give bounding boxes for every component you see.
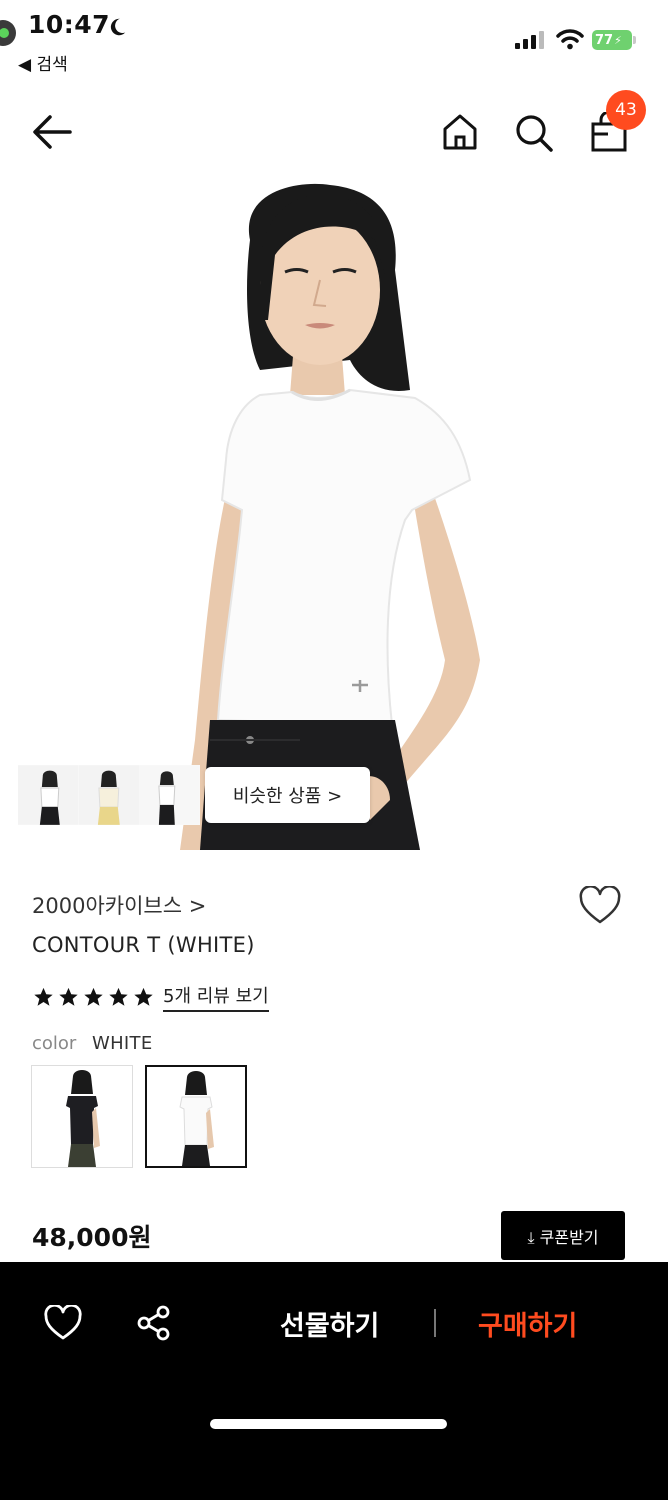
star-icon bbox=[59, 987, 78, 1006]
star-rating bbox=[32, 986, 155, 1008]
moon-icon bbox=[110, 18, 126, 36]
search-icon[interactable] bbox=[513, 112, 555, 154]
signal-icon bbox=[515, 31, 544, 49]
star-icon bbox=[84, 987, 103, 1006]
thumbnail-1[interactable] bbox=[18, 765, 79, 825]
battery-indicator: 77 ⚡ bbox=[592, 30, 636, 50]
coupon-download-button[interactable]: ⤓ 쿠폰받기 bbox=[501, 1211, 625, 1260]
color-value: WHITE bbox=[92, 1033, 153, 1054]
color-label: color bbox=[32, 1033, 77, 1054]
product-price: 48,000원 bbox=[32, 1223, 152, 1252]
heart-outline-icon[interactable] bbox=[578, 886, 622, 926]
black-tee-thumbnail bbox=[66, 1070, 100, 1167]
star-icon bbox=[109, 987, 128, 1006]
color-swatch-black[interactable] bbox=[31, 1065, 133, 1168]
home-indicator[interactable] bbox=[210, 1419, 447, 1429]
back-arrow-icon[interactable] bbox=[28, 110, 76, 154]
thumbnail-2[interactable] bbox=[78, 765, 140, 825]
wifi-icon bbox=[556, 29, 584, 50]
charging-bolt-icon: ⚡ bbox=[614, 33, 622, 47]
review-link[interactable]: 5개 리뷰 보기 bbox=[163, 982, 269, 1012]
brand-link[interactable]: 2000아카이브스 > bbox=[32, 890, 206, 920]
product-title: CONTOUR T (WHITE) bbox=[32, 933, 255, 957]
cart-count-badge: 43 bbox=[606, 90, 646, 130]
status-time: 10:47 bbox=[28, 10, 111, 39]
white-tee-thumbnail bbox=[179, 1071, 214, 1166]
rating-row: 5개 리뷰 보기 bbox=[32, 982, 269, 1012]
star-icon bbox=[134, 987, 153, 1006]
gallery-thumbnails bbox=[18, 765, 201, 825]
bottom-action-bar bbox=[0, 1262, 668, 1500]
similar-products-button[interactable]: 비슷한 상품 > bbox=[205, 767, 370, 823]
back-to-app-link[interactable]: ◀ 검색 bbox=[18, 50, 68, 75]
color-swatch-white[interactable] bbox=[145, 1065, 247, 1168]
product-image[interactable] bbox=[0, 180, 668, 850]
screen-record-indicator bbox=[0, 20, 16, 46]
status-bar: 10:47 ◀ 검색 77 ⚡ bbox=[0, 0, 668, 80]
battery-level: 77 bbox=[595, 32, 614, 48]
bar-divider bbox=[434, 1309, 436, 1337]
home-icon[interactable] bbox=[440, 112, 480, 152]
star-icon bbox=[34, 987, 53, 1006]
heart-icon[interactable] bbox=[43, 1305, 83, 1341]
share-icon[interactable] bbox=[135, 1304, 173, 1342]
model-illustration bbox=[180, 183, 480, 850]
gift-button[interactable]: 선물하기 bbox=[280, 1304, 379, 1343]
thumbnail-3[interactable] bbox=[139, 765, 201, 825]
buy-button[interactable]: 구매하기 bbox=[478, 1304, 577, 1343]
